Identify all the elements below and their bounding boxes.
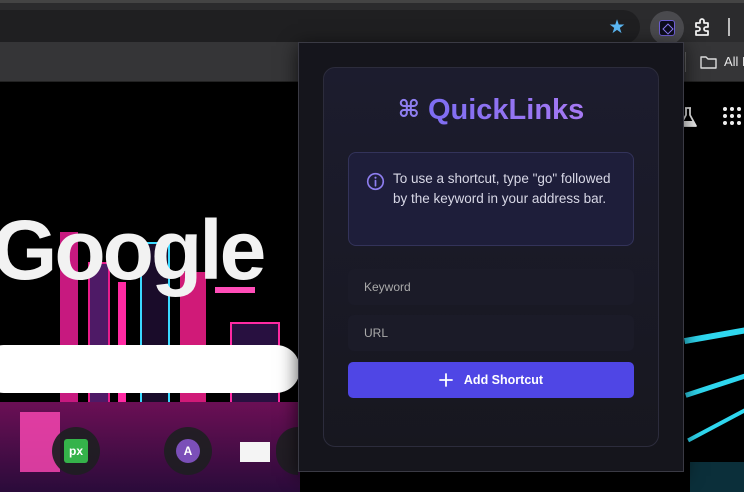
info-icon	[366, 172, 385, 191]
command-icon: ⌘	[397, 96, 420, 123]
add-shortcut-button[interactable]: Add Shortcut	[348, 362, 634, 398]
quicklinks-extension-icon	[659, 20, 675, 36]
folder-icon[interactable]	[700, 55, 717, 69]
all-bookmarks-label[interactable]: All B	[724, 54, 744, 69]
plus-icon	[439, 373, 453, 387]
toolbar-divider	[728, 18, 730, 36]
shortcut-tile[interactable]: px	[52, 427, 100, 475]
shortcut-tile[interactable]: A	[164, 427, 212, 475]
quicklinks-card: ⌘ QuickLinks To use a shortcut, type "go"…	[323, 67, 659, 447]
shortcut-badge: px	[64, 439, 88, 463]
apps-grid-icon[interactable]	[722, 106, 742, 126]
shortcut-badge: A	[176, 439, 200, 463]
popup-title-text: QuickLinks	[427, 94, 585, 126]
info-text: To use a shortcut, type "go" followed by…	[393, 171, 611, 206]
keyword-input[interactable]: Keyword	[348, 269, 634, 305]
extensions-puzzle-icon[interactable]	[693, 17, 713, 37]
search-box[interactable]: RL	[0, 345, 300, 393]
browser-toolbar: ★	[0, 0, 744, 45]
bookmark-star-icon[interactable]: ★	[607, 18, 627, 38]
quicklinks-extension-button[interactable]	[650, 11, 684, 45]
extension-popup: ⌘ QuickLinks To use a shortcut, type "go"…	[298, 42, 684, 472]
add-shortcut-label: Add Shortcut	[463, 373, 544, 387]
bookmarks-separator	[685, 52, 686, 72]
popup-title: ⌘ QuickLinks	[324, 94, 658, 127]
info-box: To use a shortcut, type "go" followed by…	[348, 152, 634, 246]
url-input[interactable]: URL	[348, 315, 634, 351]
address-bar[interactable]	[0, 10, 640, 44]
google-logo: Google	[0, 203, 266, 297]
